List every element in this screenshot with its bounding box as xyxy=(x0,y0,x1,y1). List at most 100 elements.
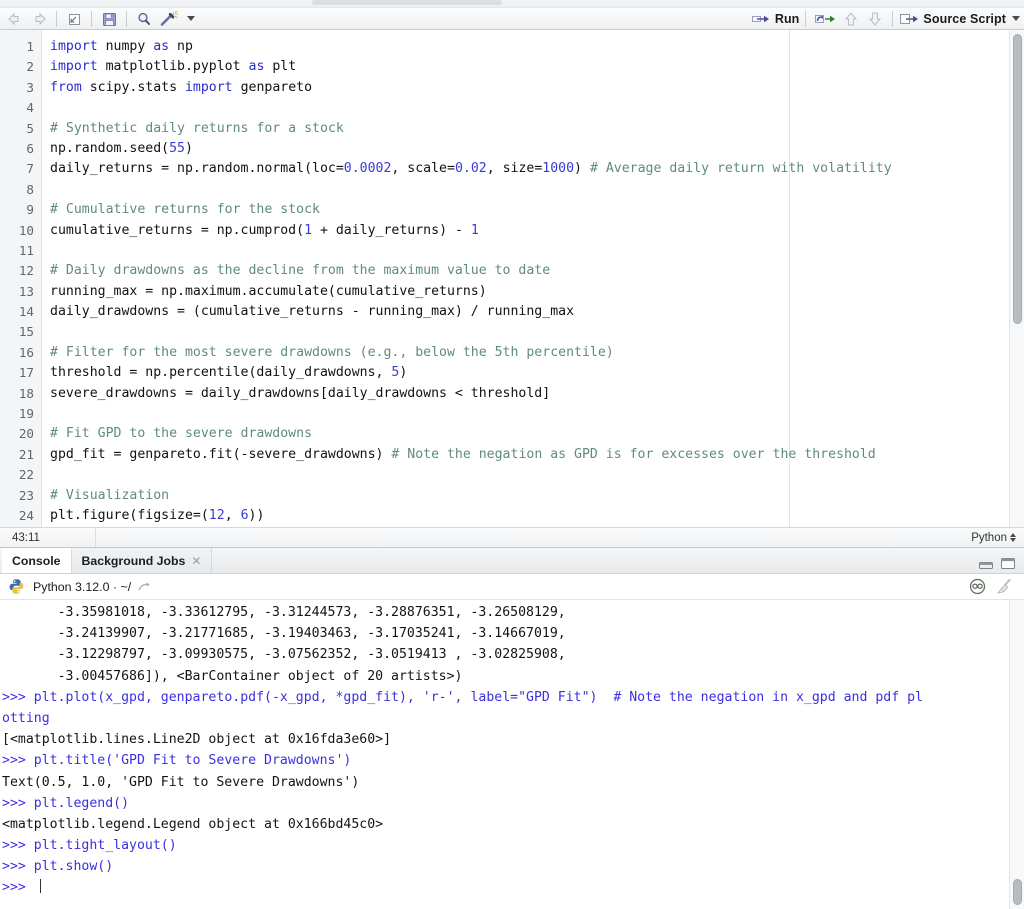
close-icon[interactable]: ✕ xyxy=(191,554,201,568)
code-token: , size= xyxy=(487,161,543,176)
tab-console[interactable]: Console xyxy=(2,548,72,573)
maximize-pane-icon[interactable] xyxy=(1000,557,1016,570)
code-token: # Filter for the most severe drawdowns (… xyxy=(50,345,614,360)
save-icon[interactable] xyxy=(98,10,120,28)
code-line[interactable]: daily_drawdowns = (cumulative_returns - … xyxy=(50,302,1024,322)
code-line[interactable]: severe_drawdowns = daily_drawdowns[daily… xyxy=(50,384,1024,404)
editor-vertical-scrollbar[interactable] xyxy=(1009,30,1024,527)
code-line[interactable]: # Visualization xyxy=(50,486,1024,506)
code-token: np xyxy=(169,39,193,54)
previous-chunk-icon[interactable] xyxy=(840,10,862,28)
cursor-position[interactable]: 43:11 xyxy=(0,528,96,547)
code-token: 12 xyxy=(209,508,225,523)
source-toolbar: Run xyxy=(0,8,1024,30)
tab-background-jobs[interactable]: Background Jobs ✕ xyxy=(72,548,213,573)
forward-arrow-icon[interactable] xyxy=(28,10,50,28)
source-pane: Run xyxy=(0,0,1024,547)
code-line[interactable] xyxy=(50,180,1024,200)
code-token: import xyxy=(185,80,233,95)
code-token: + daily_returns) - xyxy=(312,223,471,238)
show-in-new-window-icon[interactable] xyxy=(63,10,85,28)
code-line[interactable]: # Synthetic daily returns for a stock xyxy=(50,119,1024,139)
source-options-chevron-down-icon[interactable] xyxy=(1012,16,1020,21)
code-token: 0.02 xyxy=(455,161,487,176)
code-text-area[interactable]: import numpy as npimport matplotlib.pypl… xyxy=(42,30,1024,527)
code-line[interactable] xyxy=(50,465,1024,485)
line-number: 4 xyxy=(0,98,34,118)
code-line[interactable]: plt.figure(figsize=(12, 6)) xyxy=(50,506,1024,526)
clear-console-broom-icon[interactable] xyxy=(996,578,1014,595)
code-token: cumulative_returns = np.cumprod( xyxy=(50,223,304,238)
line-number: 17 xyxy=(0,363,34,383)
interrupt-r-icon[interactable] xyxy=(969,578,986,595)
code-token: # Visualization xyxy=(50,488,169,503)
console-prompt: >>> xyxy=(2,838,34,853)
code-line[interactable]: # Filter for the most severe drawdowns (… xyxy=(50,343,1024,363)
re-run-icon[interactable] xyxy=(812,10,838,28)
line-number: 21 xyxy=(0,445,34,465)
minimize-pane-icon[interactable] xyxy=(978,557,994,570)
code-token: # Note the negation as GPD is for excess… xyxy=(391,447,875,462)
code-line[interactable]: # Fit GPD to the severe drawdowns xyxy=(50,424,1024,444)
run-button[interactable]: Run xyxy=(751,12,800,26)
line-number: 5 xyxy=(0,119,34,139)
next-chunk-icon[interactable] xyxy=(864,10,886,28)
code-line[interactable]: import matplotlib.pyplot as plt xyxy=(50,57,1024,77)
source-script-button[interactable]: Source Script xyxy=(899,12,1020,26)
line-number: 13 xyxy=(0,282,34,302)
code-line[interactable]: np.random.seed(55) xyxy=(50,139,1024,159)
back-arrow-icon[interactable] xyxy=(4,10,26,28)
console-input-text: plt.tight_layout() xyxy=(34,838,177,853)
code-line[interactable]: running_max = np.maximum.accumulate(cumu… xyxy=(50,282,1024,302)
code-line[interactable] xyxy=(50,404,1024,424)
console-line: <matplotlib.legend.Legend object at 0x16… xyxy=(2,814,1024,835)
code-token: matplotlib.pyplot xyxy=(98,59,249,74)
code-line[interactable] xyxy=(50,98,1024,118)
code-line[interactable]: daily_returns = np.random.normal(loc=0.0… xyxy=(50,159,1024,179)
line-number: 7 xyxy=(0,159,34,179)
code-line[interactable]: import numpy as np xyxy=(50,37,1024,57)
code-token: , xyxy=(225,508,241,523)
line-number: 24 xyxy=(0,506,34,526)
code-line[interactable]: threshold = np.percentile(daily_drawdown… xyxy=(50,363,1024,383)
line-number: 3 xyxy=(0,78,34,98)
line-number: 23 xyxy=(0,486,34,506)
code-line[interactable]: cumulative_returns = np.cumprod( 1 + dail… xyxy=(50,221,1024,241)
console-vertical-scrollbar[interactable] xyxy=(1009,600,1024,909)
code-tools-icon[interactable] xyxy=(157,10,181,28)
line-number: 10 xyxy=(0,221,34,241)
console-line: -3.24139907, -3.21771685, -3.19403463, -… xyxy=(2,623,1024,644)
code-tools-chevron-down-icon[interactable] xyxy=(187,16,195,21)
line-number: 15 xyxy=(0,322,34,342)
code-editor[interactable]: 123456789101112131415161718192021222324 … xyxy=(0,30,1024,527)
code-token: # Cumulative returns for the stock xyxy=(50,202,320,217)
source-script-label: Source Script xyxy=(923,12,1006,26)
code-token: 1 xyxy=(471,223,479,238)
console-line: >>> plt.tight_layout() xyxy=(2,835,1024,856)
source-horizontal-scrollbar[interactable] xyxy=(312,0,502,5)
find-replace-icon[interactable] xyxy=(133,10,155,28)
line-number: 2 xyxy=(0,57,34,77)
code-token: as xyxy=(153,39,169,54)
line-number-gutter: 123456789101112131415161718192021222324 xyxy=(0,30,42,527)
console-session-title: Python 3.12.0 · ~/ xyxy=(33,580,131,594)
console-output[interactable]: -3.35981018, -3.33612795, -3.31244573, -… xyxy=(0,600,1024,909)
code-line[interactable] xyxy=(50,322,1024,342)
console-prompt: >>> xyxy=(2,796,34,811)
code-line[interactable]: gpd_fit = genpareto.fit(-severe_drawdown… xyxy=(50,445,1024,465)
code-line[interactable]: from scipy.stats import genpareto xyxy=(50,78,1024,98)
code-line[interactable]: # Cumulative returns for the stock xyxy=(50,200,1024,220)
code-token: numpy xyxy=(98,39,154,54)
code-token: plt xyxy=(264,59,296,74)
language-selector[interactable]: Python xyxy=(971,532,1024,544)
console-prompt: >>> xyxy=(2,753,34,768)
console-line: -3.35981018, -3.33612795, -3.31244573, -… xyxy=(2,602,1024,623)
code-token: threshold = np.percentile(daily_drawdown… xyxy=(50,365,391,380)
line-number: 16 xyxy=(0,343,34,363)
open-directory-icon[interactable] xyxy=(137,580,153,594)
code-token: , scale= xyxy=(391,161,455,176)
console-input-text: plt.plot(x_gpd, genpareto.pdf(-x_gpd, *g… xyxy=(34,690,923,705)
code-line[interactable]: # Daily drawdowns as the decline from th… xyxy=(50,261,1024,281)
code-line[interactable] xyxy=(50,241,1024,261)
line-number: 12 xyxy=(0,261,34,281)
